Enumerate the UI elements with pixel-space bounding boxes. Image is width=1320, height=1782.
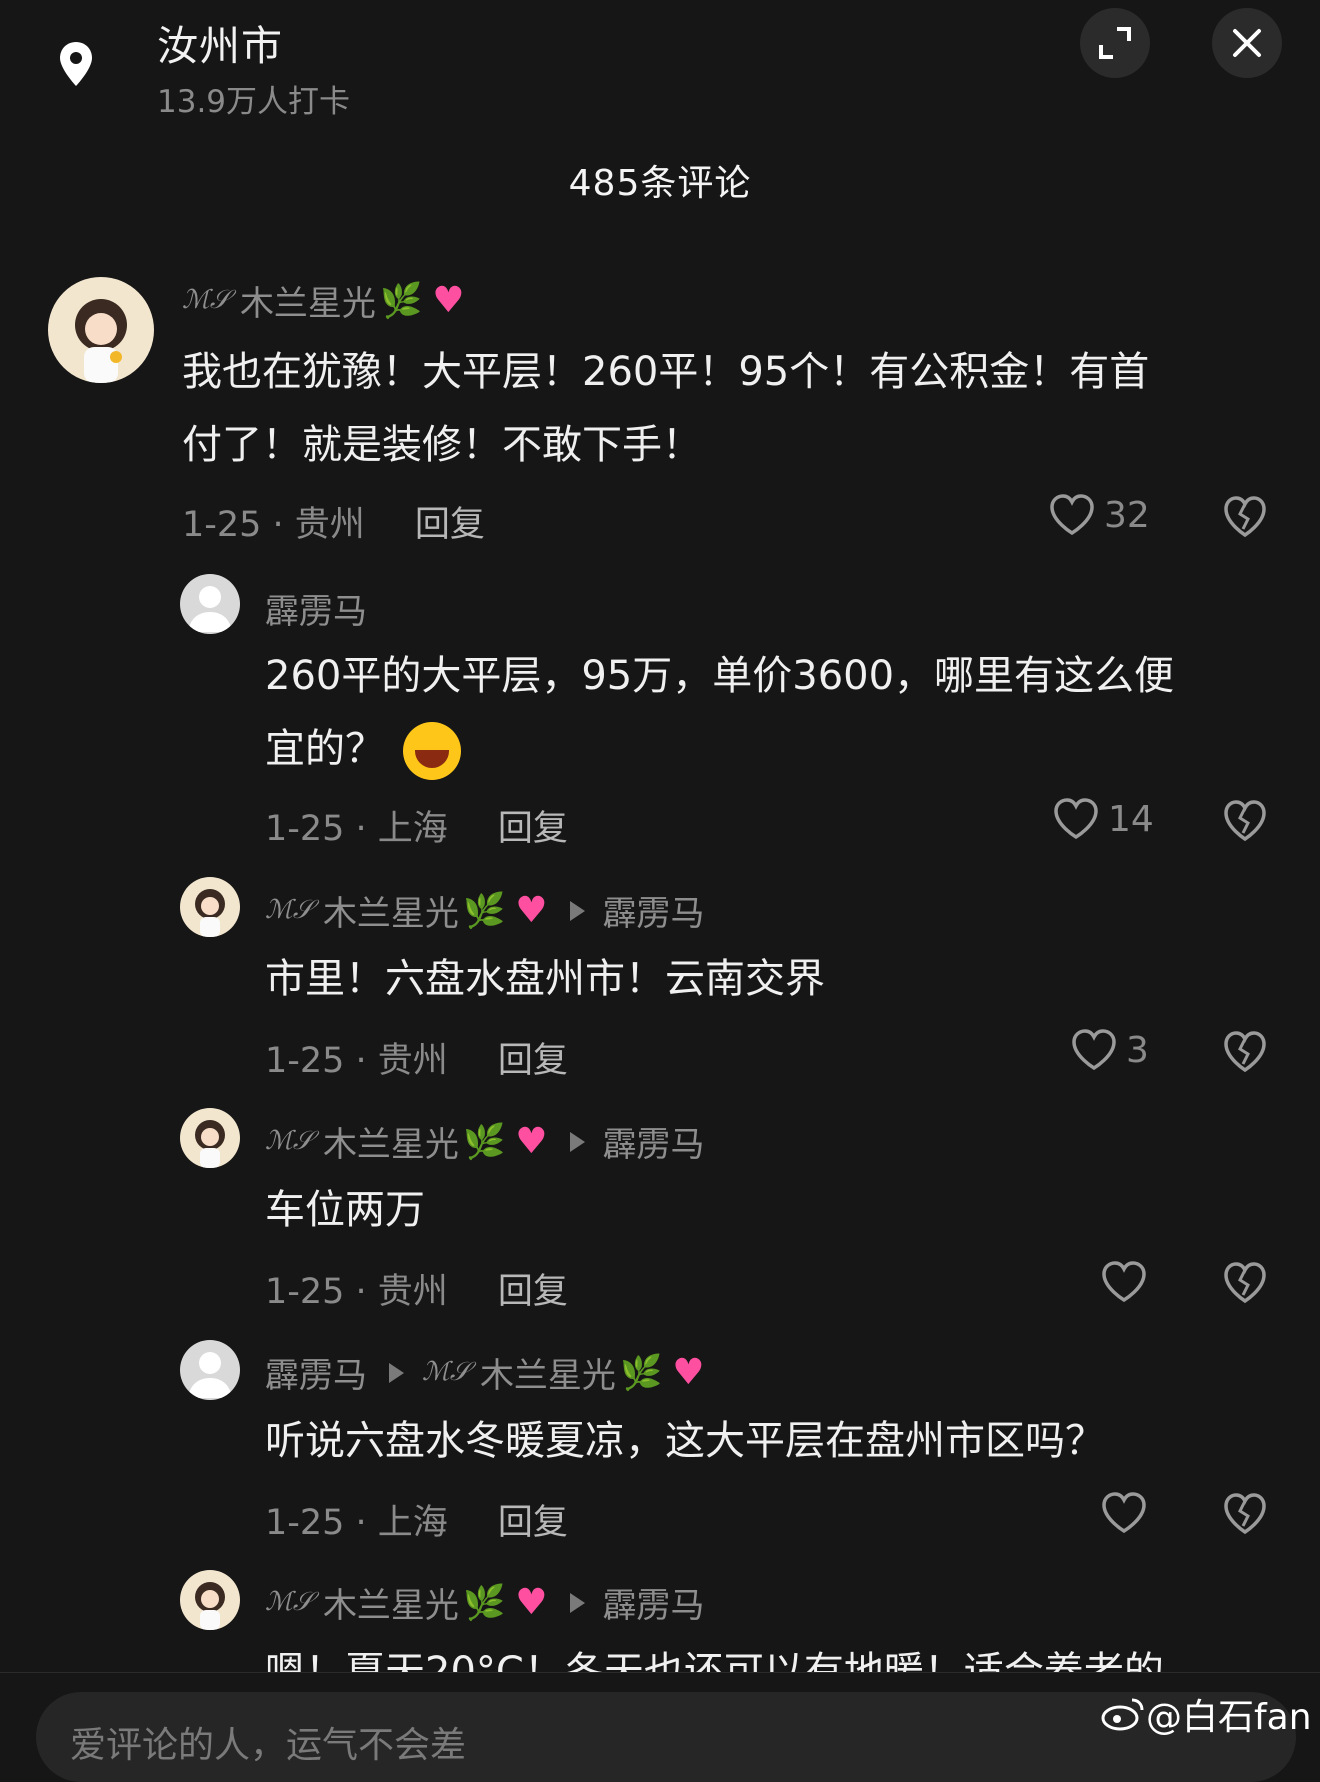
close-icon bbox=[1233, 29, 1261, 57]
location-pin-icon bbox=[60, 42, 92, 86]
comment-username[interactable]: 霹雳马 bbox=[265, 584, 367, 633]
reply-button[interactable]: 回复 bbox=[498, 1272, 568, 1312]
expand-button[interactable] bbox=[1080, 8, 1150, 78]
heart-emoji-icon: ♥ bbox=[432, 280, 465, 321]
reply-arrow-icon bbox=[389, 1362, 404, 1383]
comment-text: 我也在犹豫！大平层！260平！95个！有公积金！有首 付了！就是装修！不敢下手！ bbox=[182, 349, 1150, 468]
divider bbox=[0, 1672, 1320, 1673]
heart-outline-icon bbox=[1054, 798, 1098, 840]
heart-emoji-icon: ♥ bbox=[672, 1352, 705, 1393]
comment-input-placeholder: 爱评论的人，运气不会差 bbox=[70, 1725, 467, 1766]
leaf-emoji-icon: 🌿 bbox=[462, 890, 506, 931]
comment-meta: 1-25 · 上海 回复 bbox=[265, 809, 568, 849]
reply-button[interactable]: 回复 bbox=[498, 1041, 568, 1081]
like-count: 14 bbox=[1108, 798, 1154, 840]
heart-outline-icon bbox=[1102, 1492, 1146, 1534]
comment-text: 市里！六盘水盘州市！云南交界 bbox=[265, 956, 825, 1002]
dislike-icon[interactable] bbox=[1222, 1492, 1268, 1536]
like-button[interactable] bbox=[1100, 1260, 1156, 1304]
close-button[interactable] bbox=[1212, 8, 1282, 78]
comment-count-title: 485条评论 bbox=[568, 163, 752, 204]
reply-button[interactable]: 回复 bbox=[415, 505, 485, 545]
comment-username[interactable]: ℳ𝒮 木兰星光 🌿 ♥ 霹雳马 bbox=[265, 1117, 705, 1166]
leaf-emoji-icon: 🌿 bbox=[462, 1582, 506, 1623]
avatar[interactable] bbox=[180, 1340, 240, 1400]
reply-arrow-icon bbox=[569, 900, 585, 921]
like-button[interactable]: 32 bbox=[1048, 493, 1150, 537]
reply-button[interactable]: 回复 bbox=[498, 809, 568, 849]
heart-emoji-icon: ♥ bbox=[515, 890, 548, 931]
dislike-icon[interactable] bbox=[1222, 495, 1268, 539]
dislike-icon[interactable] bbox=[1222, 1030, 1268, 1074]
dislike-icon[interactable] bbox=[1222, 1261, 1268, 1305]
laughing-emoji-icon bbox=[403, 722, 461, 780]
checkin-count: 13.9万人打卡 bbox=[157, 84, 351, 120]
heart-outline-icon bbox=[1072, 1029, 1116, 1071]
comment-text: 260平的大平层，95万，单价3600，哪里有这么便 宜的？ bbox=[265, 640, 1275, 786]
expand-icon bbox=[1099, 27, 1131, 59]
avatar[interactable] bbox=[180, 1570, 240, 1630]
watermark-text: @白石fan bbox=[1146, 1697, 1312, 1738]
heart-emoji-icon: ♥ bbox=[515, 1121, 548, 1162]
like-count: 32 bbox=[1104, 494, 1150, 536]
avatar[interactable] bbox=[48, 277, 154, 383]
comment-meta: 1-25 · 贵州 回复 bbox=[182, 505, 485, 545]
comment-text: 听说六盘水冬暖夏凉，这大平层在盘州市区吗？ bbox=[265, 1418, 1105, 1464]
heart-emoji-icon: ♥ bbox=[515, 1582, 548, 1623]
comment-username[interactable]: ℳ𝒮 木兰星光 🌿 ♥ 霹雳马 bbox=[265, 886, 705, 935]
avatar[interactable] bbox=[180, 574, 240, 634]
comment-text: 车位两万 bbox=[265, 1187, 425, 1233]
weibo-logo-icon bbox=[1101, 1698, 1144, 1731]
like-button[interactable]: 14 bbox=[1052, 797, 1154, 841]
comment-meta: 1-25 · 贵州 回复 bbox=[265, 1272, 568, 1312]
location-title[interactable]: 汝州市 bbox=[157, 12, 283, 72]
avatar[interactable] bbox=[180, 1108, 240, 1168]
like-button[interactable]: 3 bbox=[1070, 1028, 1149, 1072]
leaf-emoji-icon: 🌿 bbox=[462, 1121, 506, 1162]
comment-meta: 1-25 · 贵州 回复 bbox=[265, 1041, 568, 1081]
watermark: @白石fan bbox=[1100, 1688, 1312, 1740]
like-button[interactable] bbox=[1100, 1491, 1156, 1535]
avatar[interactable] bbox=[180, 877, 240, 937]
heart-outline-icon bbox=[1102, 1261, 1146, 1303]
like-count: 3 bbox=[1126, 1029, 1149, 1071]
comment-text: 嗯！夏天20°C！冬天也还可以有地暖！适合养老的 bbox=[265, 1649, 1164, 1672]
comment-username[interactable]: 霹雳马 ℳ𝒮 木兰星光 🌿 ♥ bbox=[265, 1348, 705, 1397]
comment-meta: 1-25 · 上海 回复 bbox=[265, 1503, 568, 1543]
dislike-icon[interactable] bbox=[1222, 799, 1268, 843]
heart-outline-icon bbox=[1050, 494, 1094, 536]
comment-username[interactable]: ℳ𝒮 木兰星光 🌿 ♥ 霹雳马 bbox=[265, 1578, 705, 1627]
leaf-emoji-icon: 🌿 bbox=[619, 1352, 663, 1393]
reply-arrow-icon bbox=[569, 1131, 585, 1152]
reply-button[interactable]: 回复 bbox=[498, 1503, 568, 1543]
leaf-emoji-icon: 🌿 bbox=[379, 280, 423, 321]
comment-username[interactable]: ℳ𝒮 木兰星光 🌿 ♥ bbox=[182, 276, 465, 325]
reply-arrow-icon bbox=[569, 1592, 585, 1613]
